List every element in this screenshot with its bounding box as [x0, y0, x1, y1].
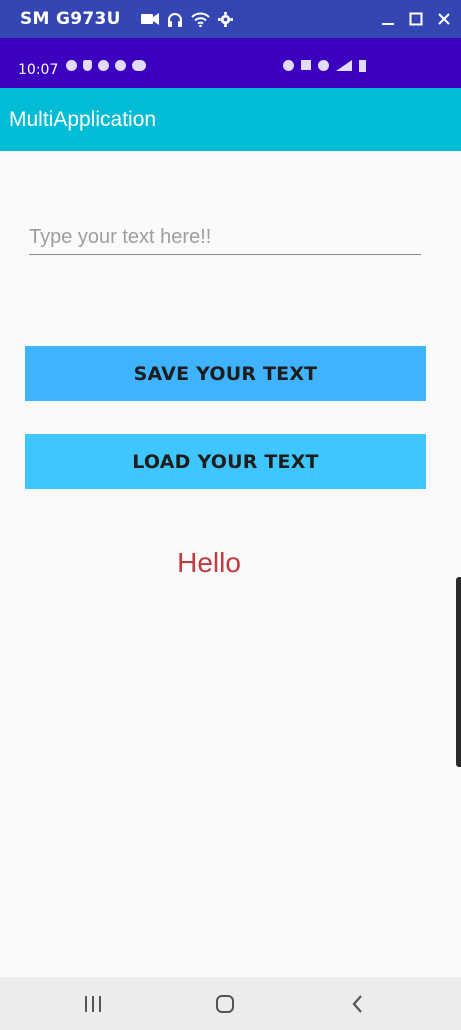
- text-input[interactable]: [29, 220, 421, 255]
- device-name: SM G973U: [20, 9, 121, 29]
- whatsapp-icon: [66, 60, 77, 71]
- maximize-icon[interactable]: [409, 12, 423, 26]
- wifi-icon[interactable]: [191, 12, 210, 27]
- app-bar: MultiApplication: [0, 88, 461, 151]
- gear-icon[interactable]: [217, 11, 233, 27]
- emulator-title-bar: SM G973U: [0, 0, 461, 38]
- signal-icon: [336, 60, 352, 71]
- headphones-icon[interactable]: [167, 12, 183, 27]
- mute-icon: [301, 60, 311, 70]
- emulator-toolbar: [140, 11, 233, 27]
- app-title: MultiApplication: [9, 108, 157, 131]
- output-text: Hello: [177, 547, 241, 578]
- system-icons: [283, 60, 366, 72]
- back-icon[interactable]: [340, 991, 376, 1017]
- chat-icon: [115, 60, 126, 71]
- save-text-button[interactable]: SAVE YOUR TEXT: [25, 346, 426, 401]
- bell-icon: [83, 60, 92, 71]
- close-icon[interactable]: [437, 12, 451, 26]
- recents-icon[interactable]: [75, 991, 111, 1017]
- status-time: 10:07: [18, 62, 59, 78]
- video-camera-icon[interactable]: [140, 12, 159, 26]
- battery-icon: [359, 60, 366, 72]
- wifi-calling-icon: [318, 60, 329, 71]
- at-sign-icon: [98, 60, 109, 71]
- navigation-bar: [0, 977, 461, 1030]
- notification-icons: [66, 60, 146, 71]
- alarm-icon: [283, 60, 294, 71]
- home-icon[interactable]: [207, 991, 243, 1017]
- scrollbar[interactable]: [456, 577, 461, 767]
- window-controls: [381, 0, 451, 38]
- load-text-button[interactable]: LOAD YOUR TEXT: [25, 434, 426, 489]
- minimize-icon[interactable]: [381, 12, 395, 26]
- status-bar: 10:07: [0, 38, 461, 88]
- cloud-icon: [132, 60, 146, 71]
